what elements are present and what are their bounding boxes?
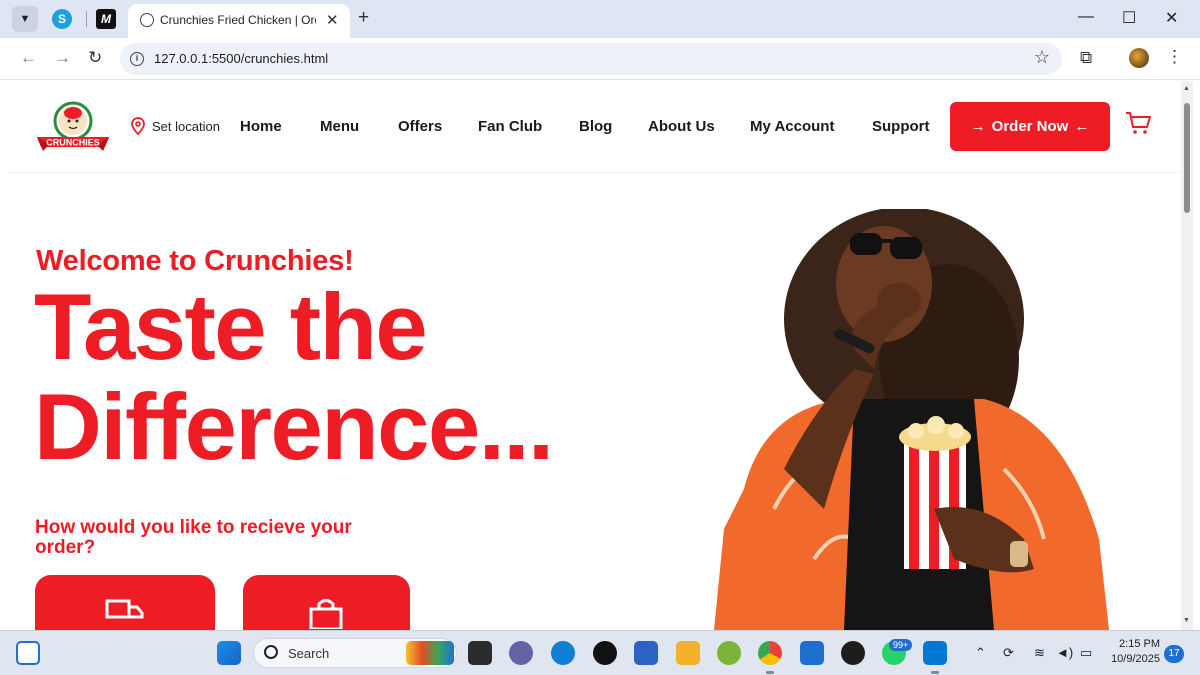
lync-icon[interactable]	[800, 641, 824, 665]
wordpress-icon[interactable]	[841, 641, 865, 665]
wifi-icon[interactable]: ≋	[1034, 645, 1045, 661]
scroll-down-arrow-icon[interactable]: ▼	[1183, 617, 1190, 624]
logo-text: CRUNCHIES	[46, 138, 100, 148]
address-toolbar: ← → ↻ i 127.0.0.1:5500/crunchies.html ☆ …	[0, 38, 1200, 80]
tab-search-dropdown-icon[interactable]: ▼	[12, 6, 38, 32]
taskbar-search-label: Search	[288, 646, 330, 661]
web-page: CRUNCHIES Set location Home Menu Offers …	[7, 81, 1181, 630]
forward-arrow-icon[interactable]: →	[54, 48, 71, 68]
back-arrow-icon[interactable]: ←	[20, 48, 37, 68]
site-info-icon[interactable]: i	[130, 52, 144, 66]
sync-icon[interactable]: ⟳	[1003, 645, 1014, 661]
chameleon-app-icon[interactable]	[717, 641, 741, 665]
nav-my-account[interactable]: My Account	[750, 118, 834, 135]
widgets-icon[interactable]	[16, 641, 40, 665]
vscode-icon[interactable]	[923, 641, 947, 665]
chrome-icon[interactable]	[758, 641, 782, 665]
minimize-icon[interactable]: —	[1078, 8, 1094, 26]
crunchies-logo[interactable]: CRUNCHIES	[35, 99, 111, 155]
clock-time: 2:15 PM	[1119, 638, 1160, 650]
bookmark-star-icon[interactable]: ☆	[1034, 47, 1050, 68]
tab-title: Crunchies Fried Chicken | Order	[160, 13, 316, 27]
browser-menu-icon[interactable]: ⋮	[1166, 47, 1183, 67]
close-window-icon[interactable]: ✕	[1165, 8, 1178, 28]
medium-pinned-tab-icon[interactable]: M	[96, 9, 116, 29]
task-view-icon[interactable]	[468, 641, 492, 665]
hero-headline-line1: Taste the	[34, 274, 428, 379]
nav-offers[interactable]: Offers	[398, 118, 442, 135]
file-explorer-icon[interactable]	[676, 641, 700, 665]
order-now-button[interactable]: → Order Now ←	[950, 102, 1110, 151]
arrow-right-icon: →	[970, 118, 986, 135]
nav-menu[interactable]: Menu	[320, 118, 359, 135]
teams-icon[interactable]	[509, 641, 533, 665]
truck-icon	[105, 599, 144, 619]
scroll-up-arrow-icon[interactable]: ▲	[1183, 85, 1190, 92]
maximize-icon[interactable]: ☐	[1122, 8, 1136, 28]
nav-fan-club[interactable]: Fan Club	[478, 118, 542, 135]
new-tab-button[interactable]: +	[358, 7, 369, 29]
set-location-link[interactable]: Set location	[152, 119, 220, 134]
hero-woman-eating-popcorn-image	[714, 209, 1109, 630]
tray-chevron-up-icon[interactable]: ⌃	[975, 645, 986, 661]
address-bar[interactable]: i 127.0.0.1:5500/crunchies.html ☆	[120, 43, 1062, 75]
active-tab[interactable]: Crunchies Fried Chicken | Order ✕	[128, 4, 350, 38]
nav-blog[interactable]: Blog	[579, 118, 612, 135]
skype-pinned-tab-icon[interactable]: S	[52, 9, 72, 29]
hero-headline-line2: Difference...	[34, 374, 554, 479]
clock-date: 10/9/2025	[1111, 653, 1160, 665]
notification-count-badge[interactable]: 17	[1164, 645, 1184, 663]
battery-icon[interactable]: ▭	[1080, 645, 1092, 661]
browser-tab-bar: ▼ S M Crunchies Fried Chicken | Order ✕ …	[0, 0, 1200, 38]
screen: { "browser": { "active_tab_title": "Crun…	[0, 0, 1200, 675]
shopping-bag-icon	[309, 599, 343, 629]
windows-start-icon[interactable]	[217, 641, 241, 665]
extensions-puzzle-icon[interactable]: ⧉	[1080, 48, 1092, 68]
whatsapp-badge: 99+	[889, 639, 913, 651]
arrow-left-icon: ←	[1074, 118, 1090, 135]
nav-support[interactable]: Support	[872, 118, 930, 135]
tiktok-icon[interactable]	[593, 641, 617, 665]
edge-icon[interactable]	[551, 641, 575, 665]
search-icon	[264, 645, 278, 659]
vscode-active-indicator	[931, 671, 939, 674]
taskbar-clock[interactable]: 2:15 PM 10/9/2025	[1108, 637, 1160, 667]
volume-icon[interactable]: ◄)	[1056, 645, 1073, 660]
profile-avatar[interactable]	[1129, 48, 1149, 68]
reload-icon[interactable]: ↻	[88, 48, 102, 68]
location-pin-icon[interactable]	[131, 117, 145, 135]
scrollbar-thumb[interactable]	[1184, 103, 1190, 213]
page-scrollbar[interactable]: ▲ ▼	[1181, 81, 1193, 630]
search-highlight-icon	[406, 641, 454, 665]
pickup-option-card[interactable]	[243, 575, 410, 630]
cart-icon[interactable]	[1125, 111, 1151, 135]
site-header: CRUNCHIES Set location Home Menu Offers …	[7, 81, 1181, 173]
receive-order-question: How would you like to recieve your order…	[35, 517, 352, 558]
delivery-option-card[interactable]	[35, 575, 215, 630]
close-tab-icon[interactable]: ✕	[326, 11, 339, 29]
microsoft-store-icon[interactable]	[634, 641, 658, 665]
url-text[interactable]: 127.0.0.1:5500/crunchies.html	[154, 51, 328, 66]
windows-taskbar: Search 99+ ⌃ ⟳ ≋ ◄) ▭ 2:15 PM 10/9/2025 …	[0, 630, 1200, 675]
nav-about-us[interactable]: About Us	[648, 118, 715, 135]
nav-home[interactable]: Home	[240, 118, 282, 135]
globe-icon	[140, 13, 154, 27]
tab-separator	[86, 11, 87, 27]
order-now-label: Order Now	[991, 118, 1069, 135]
chrome-active-indicator	[766, 671, 774, 674]
